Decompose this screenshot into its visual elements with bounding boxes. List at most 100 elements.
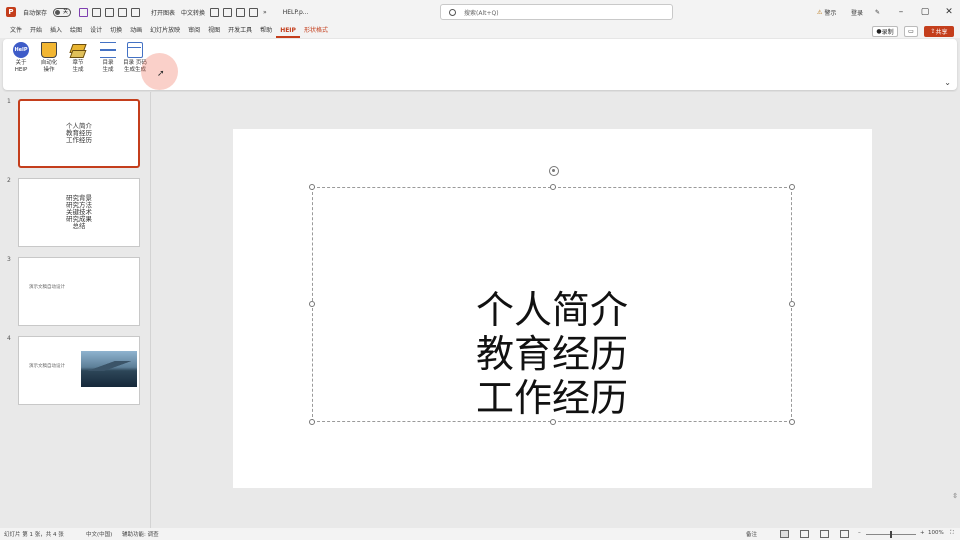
toc-generate-button[interactable]: 目录 生成 xyxy=(97,42,119,74)
tab-3[interactable]: 绘图 xyxy=(66,24,86,38)
autosave-state: 关 xyxy=(63,8,69,15)
zoom-out-button[interactable]: – xyxy=(858,530,861,536)
toc-page-icon xyxy=(127,42,143,58)
slideshow-button[interactable] xyxy=(840,530,849,538)
chevron-down-icon[interactable]: ⌄ xyxy=(944,78,951,87)
list-icon[interactable] xyxy=(223,7,233,17)
automation-label: 自动化 操作 xyxy=(40,60,58,73)
thumb-small-text: 演示文稿自动设计 xyxy=(29,285,65,290)
slide-thumbnail-1[interactable]: 个人简介 教育经历 工作经历 xyxy=(18,99,140,168)
record-label: 录制 xyxy=(881,29,894,36)
tab-0[interactable]: 文件 xyxy=(6,24,26,38)
resize-handle[interactable] xyxy=(789,184,795,190)
search-placeholder: 搜索(Alt+Q) xyxy=(464,9,499,17)
shapes-icon[interactable] xyxy=(131,7,141,17)
save-icon[interactable] xyxy=(79,7,89,17)
search-input[interactable]: 搜索(Alt+Q) xyxy=(440,4,673,20)
slide-body-text[interactable]: 个人简介 教育经历 工作经历 xyxy=(313,288,791,420)
toc-generate-label: 目录 生成 xyxy=(102,60,114,73)
tab-1[interactable]: 开始 xyxy=(26,24,46,38)
minimize-button[interactable]: – xyxy=(888,0,914,24)
thumb-text: 个人简介 教育经历 工作经历 xyxy=(66,122,92,144)
new-slide-icon[interactable] xyxy=(118,7,128,17)
resize-corner-icon[interactable]: ⇳ xyxy=(952,492,958,500)
selected-text-box[interactable]: 个人简介 教育经历 工作经历 xyxy=(309,166,795,425)
thumb-number: 1 xyxy=(7,98,11,105)
file-name[interactable]: HELP.p... xyxy=(280,0,312,24)
current-slide[interactable]: 个人简介 教育经历 工作经历 xyxy=(233,129,872,488)
help-logo-icon: HeIP xyxy=(13,42,29,58)
about-help-button[interactable]: HeIP 关于 HEIP xyxy=(10,42,32,74)
zoom-level[interactable]: 100% xyxy=(928,530,944,536)
layers-icon xyxy=(70,42,86,58)
thumb-number: 3 xyxy=(7,256,11,263)
accessibility-indicator[interactable]: 辅助功能: 调查 xyxy=(122,530,159,538)
tab-8[interactable]: 审阅 xyxy=(184,24,204,38)
open-chart-command[interactable]: 打开图表 xyxy=(148,0,178,24)
title-bar: P 自动保存 关 打开图表 中文转换 » HELP.p... 搜索(Alt+Q)… xyxy=(0,0,960,24)
reading-view-button[interactable] xyxy=(820,530,829,538)
undo-icon[interactable] xyxy=(92,7,102,17)
account-label[interactable]: 登录 xyxy=(848,0,866,24)
chapter-generate-label: 章节 生成 xyxy=(72,60,84,73)
normal-view-button[interactable] xyxy=(780,530,789,538)
slide-thumbnail-pane: 1 个人简介 教育经历 工作经历 2 研究背景 研究方法 关键技术 研究成果 总… xyxy=(0,92,151,528)
tab-13[interactable]: 形状格式 xyxy=(300,24,332,38)
tab-12[interactable]: HEIP xyxy=(276,24,300,38)
autosave-label: 自动保存 xyxy=(23,9,48,17)
mouse-cursor-icon: ➚ xyxy=(157,69,165,79)
comment-button[interactable]: ▭ xyxy=(904,26,918,37)
thumb-text: 研究背景 研究方法 关键技术 研究成果 总结 xyxy=(66,194,92,230)
resize-handle[interactable] xyxy=(309,184,315,190)
warning-text: 警示 xyxy=(824,9,837,17)
share-label: 共享 xyxy=(935,29,948,36)
record-button[interactable]: ● 录制 xyxy=(872,26,898,37)
search-icon xyxy=(449,8,456,16)
slide-count: 幻灯片 第 1 张，共 4 张 xyxy=(4,532,64,538)
toc-list-icon xyxy=(100,42,116,58)
menu-tabs: 文件 开始 插入 绘图 设计 切换 动画 幻灯片放映 审阅 视图 开发工具 帮助 HEIP 形状格式 xyxy=(0,24,960,38)
slide-thumbnail-4[interactable]: 演示文稿自动设计 xyxy=(18,336,140,405)
about-help-label: 关于 HEIP xyxy=(14,60,28,73)
language-indicator[interactable]: 中文(中国) xyxy=(86,530,112,538)
tab-2[interactable]: 插入 xyxy=(46,24,66,38)
thumb-number: 2 xyxy=(7,177,11,184)
fit-slide-icon[interactable]: ⛶ xyxy=(950,530,954,537)
grid-icon[interactable] xyxy=(249,7,259,17)
warning-label[interactable]: ⚠ 警示 xyxy=(814,0,839,24)
tab-9[interactable]: 视图 xyxy=(204,24,224,38)
maximize-button[interactable]: ▢ xyxy=(912,0,938,24)
cup-icon xyxy=(41,42,57,58)
powerpoint-logo-icon: P xyxy=(6,7,16,17)
tab-10[interactable]: 开发工具 xyxy=(224,24,256,38)
slide-editing-canvas[interactable]: 个人简介 教育经历 工作经历 ⇳ xyxy=(152,92,960,528)
notes-button[interactable]: 备注 xyxy=(746,530,757,538)
tab-6[interactable]: 动画 xyxy=(126,24,146,38)
thumb-small-text: 演示文稿自动设计 xyxy=(29,364,65,369)
chapter-generate-button[interactable]: 章节 生成 xyxy=(67,42,89,74)
autosave-toggle[interactable]: 关 xyxy=(53,7,72,17)
slide-thumbnail-3[interactable]: 演示文稿自动设计 xyxy=(18,257,140,326)
automation-button[interactable]: 自动化 操作 xyxy=(38,42,60,74)
slide-thumbnail-2[interactable]: 研究背景 研究方法 关键技术 研究成果 总结 xyxy=(18,178,140,247)
slide-sorter-button[interactable] xyxy=(800,530,809,538)
rotate-handle-icon[interactable] xyxy=(549,166,559,176)
close-button[interactable]: ✕ xyxy=(936,0,960,24)
lake-mountain-image xyxy=(81,351,137,387)
tab-11[interactable]: 帮助 xyxy=(256,24,276,38)
pen-icon[interactable]: ✎ xyxy=(872,0,883,24)
chinese-convert-command[interactable]: 中文转换 xyxy=(178,0,208,24)
thumb-number: 4 xyxy=(7,335,11,342)
tab-4[interactable]: 设计 xyxy=(86,24,106,38)
redo-icon[interactable] xyxy=(105,7,115,17)
share-button[interactable]: ⇪ 共享 xyxy=(924,26,954,37)
tab-7[interactable]: 幻灯片放映 xyxy=(146,24,184,38)
columns-icon[interactable] xyxy=(236,7,246,17)
tab-5[interactable]: 切换 xyxy=(106,24,126,38)
status-bar: 幻灯片 第 1 张，共 4 张 中文(中国) 辅助功能: 调查 备注 – + 1… xyxy=(0,528,960,540)
zoom-in-button[interactable]: + xyxy=(920,530,925,536)
align-icon[interactable] xyxy=(210,7,220,17)
zoom-slider-thumb[interactable] xyxy=(890,531,892,538)
more-commands-icon[interactable]: » xyxy=(260,0,270,24)
resize-handle[interactable] xyxy=(550,184,556,190)
